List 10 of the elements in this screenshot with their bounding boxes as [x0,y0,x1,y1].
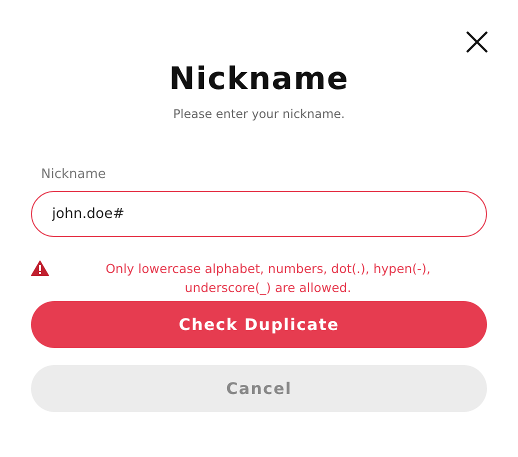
field-label: Nickname [41,167,107,182]
cancel-button[interactable]: Cancel [31,365,487,412]
check-duplicate-button[interactable]: Check Duplicate [31,301,487,348]
close-button[interactable] [465,30,489,54]
nickname-field[interactable]: john.doe# [31,191,487,237]
warning-icon [31,260,49,276]
error-message: Only lowercase alphabet, numbers, dot(.), hypen(-), underscore(_) are allowed. [104,260,432,297]
dialog-subtitle: Please enter your nickname. [172,107,346,121]
dialog-title: Nickname [168,60,350,98]
close-icon [465,30,489,54]
